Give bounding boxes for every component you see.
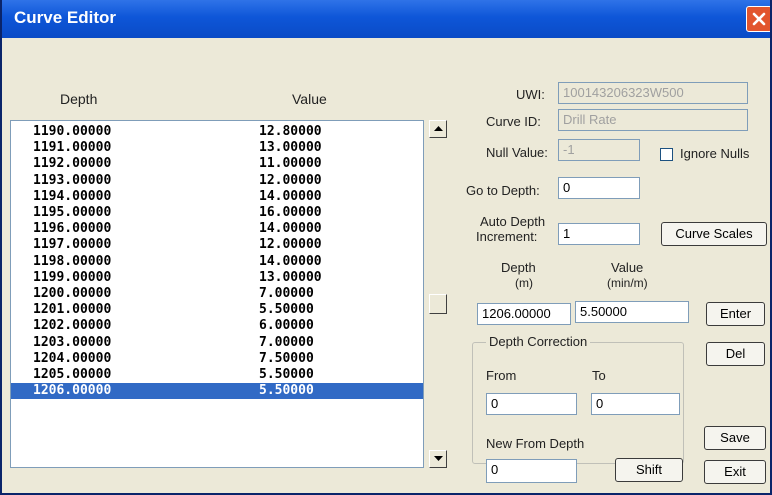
row-depth: 1196.00000	[33, 221, 112, 237]
go-to-depth-field[interactable]: 0	[558, 177, 640, 199]
close-button[interactable]	[746, 6, 770, 32]
row-depth: 1205.00000	[33, 367, 112, 382]
row-value: 14.00000	[259, 253, 322, 269]
uwi-label: UWI:	[516, 87, 545, 102]
auto-depth-label-line2: Increment:	[476, 229, 538, 244]
value-unit-label: (min/m)	[607, 276, 648, 290]
auto-depth-increment-field[interactable]: 1	[558, 223, 640, 245]
ignore-nulls-checkbox[interactable]	[660, 148, 673, 161]
from-label: From	[486, 368, 517, 383]
depth-input-field[interactable]: 1206.00000	[477, 303, 571, 325]
to-label: To	[592, 368, 606, 383]
list-row[interactable]: 1204.00000 7.50000	[11, 351, 423, 367]
enter-button[interactable]: Enter	[706, 302, 765, 326]
list-row[interactable]: 1198.00000 14.00000	[11, 254, 423, 270]
row-depth: 1192.00000	[33, 156, 112, 172]
exit-button[interactable]: Exit	[704, 460, 766, 484]
curve-id-field[interactable]: Drill Rate	[558, 109, 748, 131]
window-title: Curve Editor	[14, 8, 117, 27]
row-value: 7.50000	[259, 350, 314, 366]
list-row[interactable]: 1201.00000 5.50000	[11, 302, 423, 318]
row-depth: 1199.00000	[33, 269, 112, 285]
list-row[interactable]: 1202.00000 6.00000	[11, 318, 423, 334]
list-row[interactable]: 1192.00000 11.00000	[11, 156, 423, 172]
row-depth: 1190.00000	[33, 124, 112, 139]
row-depth: 1202.00000	[33, 318, 112, 334]
row-value: 13.00000	[259, 140, 322, 156]
row-depth: 1195.00000	[33, 205, 112, 220]
row-value: 5.50000	[259, 302, 314, 318]
row-value: 13.00000	[259, 269, 322, 285]
scroll-down-button[interactable]	[429, 450, 447, 468]
row-value: 16.00000	[259, 205, 322, 220]
list-row[interactable]: 1199.00000 13.00000	[11, 270, 423, 286]
arrow-down-icon	[434, 456, 443, 461]
row-value: 5.50000	[259, 383, 314, 399]
row-depth: 1200.00000	[33, 286, 112, 301]
new-from-depth-label: New From Depth	[486, 436, 585, 451]
list-row[interactable]: 1195.00000 16.00000	[11, 205, 423, 221]
value-column-header: Value	[292, 91, 327, 107]
list-row[interactable]: 1197.00000 12.00000	[11, 237, 423, 253]
del-button[interactable]: Del	[706, 342, 765, 366]
list-scrollbar[interactable]	[429, 120, 447, 468]
row-depth: 1191.00000	[33, 140, 112, 156]
row-value: 11.00000	[259, 156, 322, 172]
scroll-thumb[interactable]	[429, 294, 447, 314]
list-row[interactable]: 1191.00000 13.00000	[11, 140, 423, 156]
row-depth: 1201.00000	[33, 302, 112, 318]
list-row[interactable]: 1196.00000 14.00000	[11, 221, 423, 237]
auto-depth-label-line1: Auto Depth	[480, 214, 546, 229]
null-value-label: Null Value:	[486, 145, 548, 160]
null-value-field[interactable]: -1	[558, 139, 640, 161]
depth-value-list[interactable]: 1190.00000 12.80000 1191.00000 13.00000 1192…	[10, 120, 424, 468]
list-row[interactable]: 1206.00000 5.50000	[11, 383, 423, 400]
row-depth: 1206.00000	[33, 383, 112, 399]
list-row[interactable]: 1200.00000 7.00000	[11, 286, 423, 302]
row-depth: 1204.00000	[33, 350, 112, 366]
to-field[interactable]: 0	[591, 393, 680, 415]
curve-scales-button[interactable]: Curve Scales	[661, 222, 767, 246]
depth-column-header: Depth	[60, 91, 98, 107]
row-value: 5.50000	[259, 367, 314, 382]
row-value: 12.00000	[259, 172, 322, 188]
title-bar[interactable]: Curve Editor	[2, 0, 770, 38]
row-value: 12.80000	[259, 124, 322, 139]
row-depth: 1198.00000	[33, 253, 112, 269]
shift-button[interactable]: Shift	[615, 458, 683, 482]
list-row[interactable]: 1194.00000 14.00000	[11, 189, 423, 205]
curve-editor-window: Curve Editor Depth Value 1190.00000 12.80…	[0, 0, 772, 495]
row-depth: 1203.00000	[33, 334, 112, 350]
list-row[interactable]: 1203.00000 7.00000	[11, 335, 423, 351]
depth-correction-title: Depth Correction	[486, 334, 591, 349]
arrow-up-icon	[434, 126, 443, 131]
value-input-label: Value	[611, 260, 644, 275]
go-to-depth-label: Go to Depth:	[466, 183, 540, 198]
row-depth: 1194.00000	[33, 188, 112, 204]
close-icon	[752, 12, 766, 26]
save-button[interactable]: Save	[704, 426, 766, 450]
row-depth: 1193.00000	[33, 172, 112, 188]
row-value: 14.00000	[259, 188, 322, 204]
uwi-field[interactable]: 100143206323W500	[558, 82, 748, 104]
depth-unit-label: (m)	[515, 276, 533, 290]
from-field[interactable]: 0	[486, 393, 577, 415]
value-input-field[interactable]: 5.50000	[575, 301, 689, 323]
row-depth: 1197.00000	[33, 237, 112, 253]
list-row[interactable]: 1193.00000 12.00000	[11, 173, 423, 189]
new-from-depth-field[interactable]: 0	[486, 459, 577, 483]
ignore-nulls-label: Ignore Nulls	[680, 146, 750, 161]
list-row[interactable]: 1190.00000 12.80000	[11, 124, 423, 140]
row-value: 7.00000	[259, 286, 314, 301]
list-row[interactable]: 1205.00000 5.50000	[11, 367, 423, 383]
row-value: 12.00000	[259, 237, 322, 253]
depth-input-label: Depth	[501, 260, 536, 275]
scroll-up-button[interactable]	[429, 120, 447, 138]
row-value: 14.00000	[259, 221, 322, 237]
curve-id-label: Curve ID:	[486, 114, 541, 129]
row-value: 7.00000	[259, 334, 314, 350]
row-value: 6.00000	[259, 318, 314, 334]
